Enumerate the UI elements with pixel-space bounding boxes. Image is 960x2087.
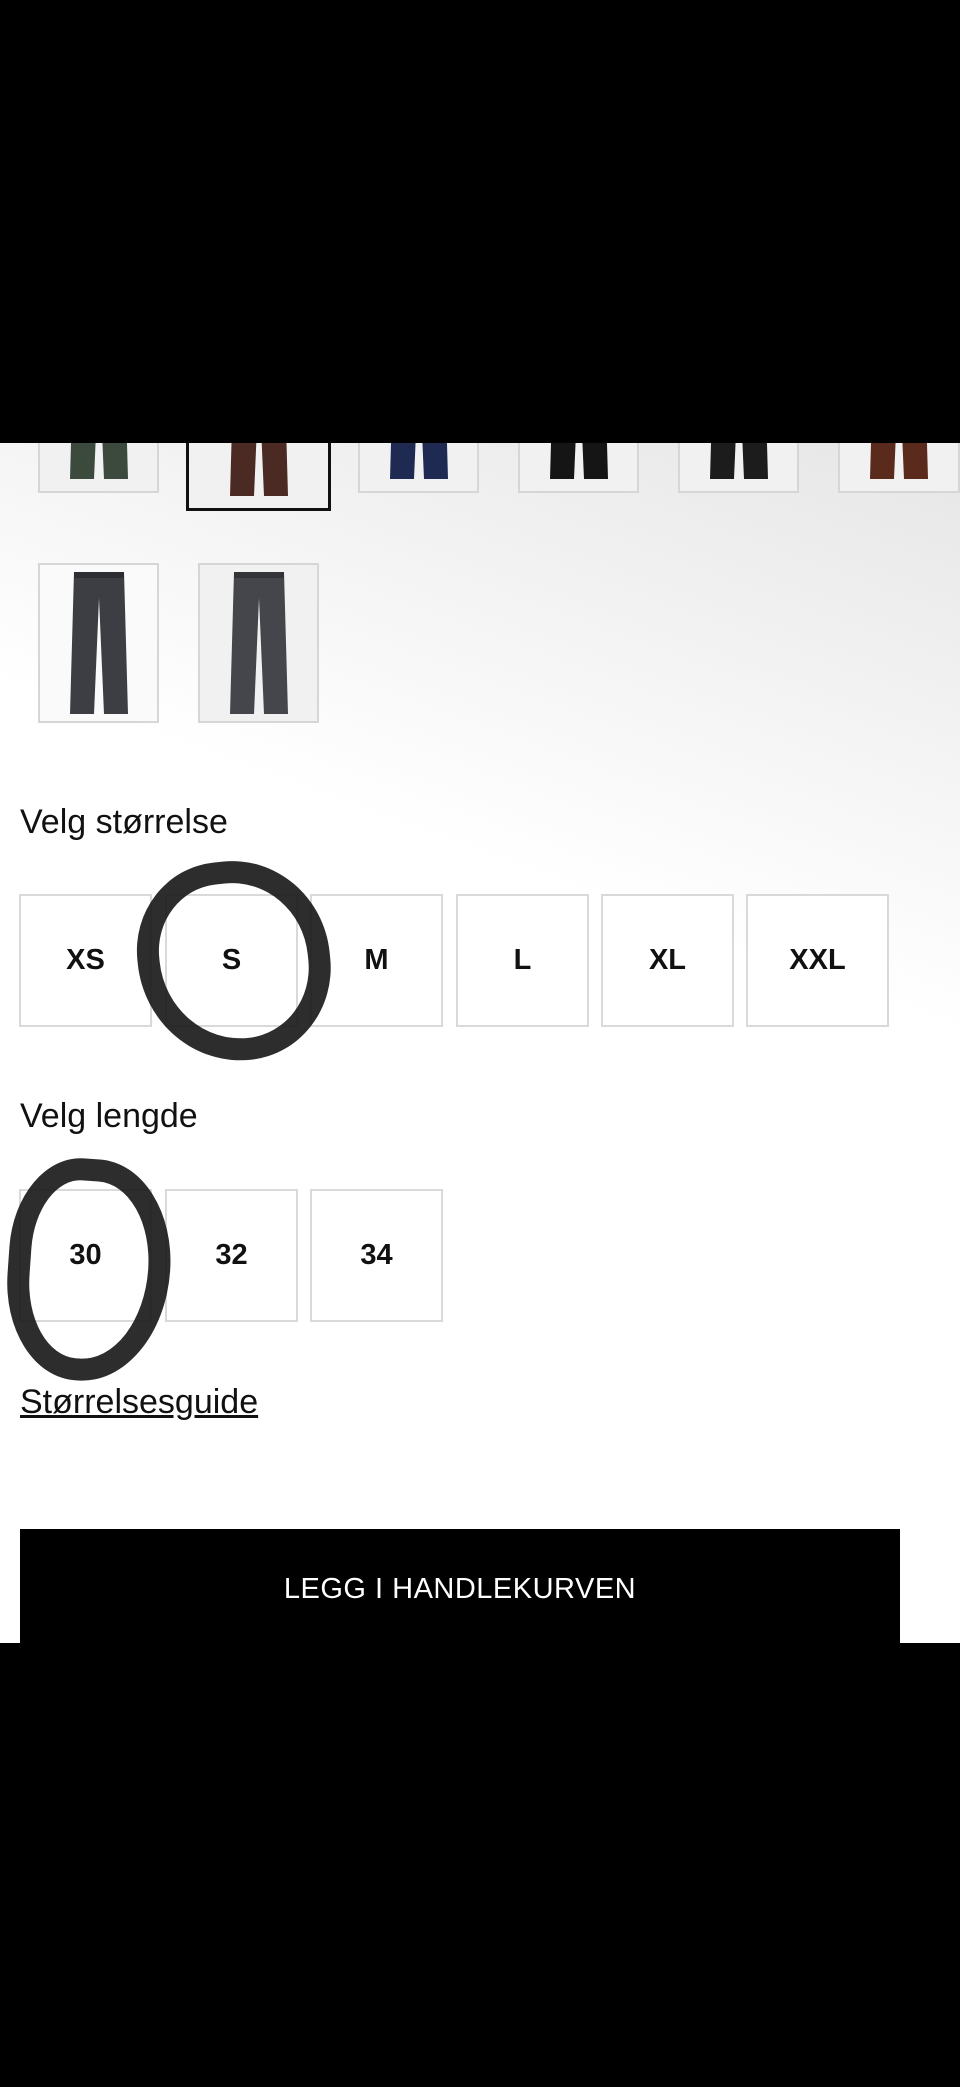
color-variant-thumbnail[interactable]	[38, 443, 159, 493]
length-option-32[interactable]: 32	[165, 1189, 298, 1322]
product-options-panel: Velg størrelse XS S M L XL XXL Velg leng…	[0, 443, 960, 1643]
size-section-label: Velg størrelse	[20, 803, 228, 841]
add-to-cart-button[interactable]: LEGG I HANDLEKURVEN	[20, 1529, 900, 1643]
length-option-34[interactable]: 34	[310, 1189, 443, 1322]
size-option-xl[interactable]: XL	[601, 894, 734, 1027]
pants-image	[69, 443, 128, 479]
size-option-m[interactable]: M	[310, 894, 443, 1027]
length-section-label: Velg lengde	[20, 1097, 198, 1135]
color-variant-thumbnail[interactable]	[518, 443, 639, 493]
pants-image	[709, 443, 768, 479]
size-guide-link[interactable]: Størrelsesguide	[20, 1383, 258, 1422]
color-variant-thumbnail[interactable]	[38, 563, 159, 723]
pants-image	[229, 572, 288, 714]
color-variant-thumbnail[interactable]	[838, 443, 960, 493]
pants-image	[870, 443, 928, 479]
size-option-l[interactable]: L	[456, 894, 589, 1027]
size-option-xs[interactable]: XS	[19, 894, 152, 1027]
length-option-30[interactable]: 30	[19, 1189, 152, 1322]
color-variant-thumbnail[interactable]	[198, 563, 319, 723]
size-option-xxl[interactable]: XXL	[746, 894, 889, 1027]
pants-image	[229, 443, 288, 496]
size-option-s[interactable]: S	[165, 894, 298, 1027]
pants-image	[389, 443, 448, 479]
color-variant-thumbnail-selected[interactable]	[186, 443, 331, 511]
color-variant-thumbnail[interactable]	[678, 443, 799, 493]
pants-image	[69, 572, 128, 714]
pants-image	[549, 443, 608, 479]
color-variant-thumbnail[interactable]	[358, 443, 479, 493]
